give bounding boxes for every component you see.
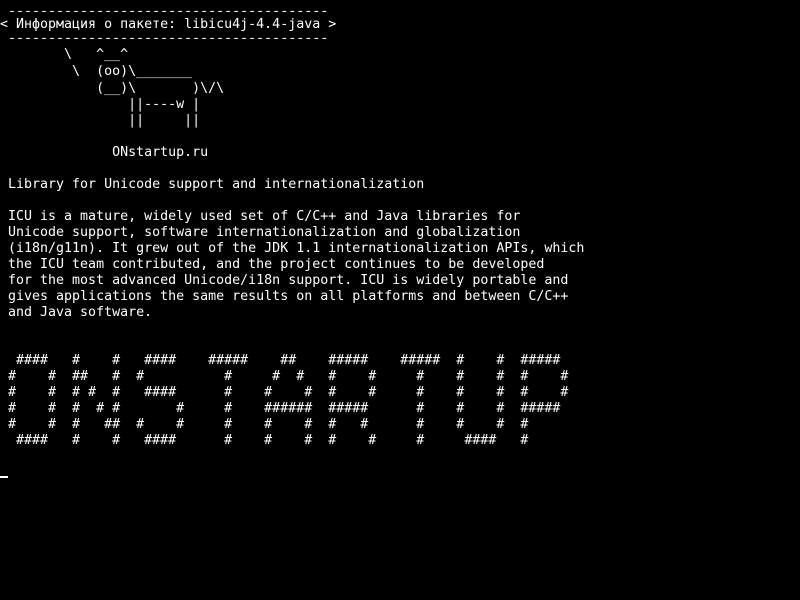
banner-art-line-2: # # ## # # # # # # # # # # # # [0,369,569,384]
banner-art-line-3: # # # # # #### # # # # # # # # # # [0,385,569,400]
cow-art-line-2: \ (oo)\_______ [0,64,193,79]
package-description-line-3: (i18n/g11n). It grew out of the JDK 1.1 … [0,241,585,256]
banner-art-line-4: # # # # # # # ###### ##### # # # ##### [0,401,561,416]
text-cursor [0,476,8,478]
package-description-line-1: ICU is a mature, widely used set of C/C+… [0,209,521,224]
package-description-line-2: Unicode support, software internationali… [0,225,521,240]
cow-art-line-5: || || [0,113,201,128]
package-summary: Library for Unicode support and internat… [0,177,425,192]
package-description-line-6: gives applications the same results on a… [0,289,569,304]
cow-art-line-1: \ ^__^ [0,47,129,62]
cow-art-line-4: ||----w | [0,97,201,112]
package-description-line-4: the ICU team contributed, and the projec… [0,257,545,272]
banner-art-line-6: #### # # #### # # # # # # #### # [0,433,529,448]
package-description-line-7: and Java software. [0,305,153,320]
package-description-line-5: for the most advanced Unicode/i18n suppo… [0,273,569,288]
cow-art-line-3: (__)\ )\/\ [0,81,225,96]
banner-art-line-5: # # # ## # # # # # # # # # # # [0,417,529,432]
cowsay-bubble-bottom-border: ---------------------------------------- [0,31,329,46]
site-credit: ONstartup.ru [0,145,209,160]
banner-art-line-1: #### # # #### ##### ## ##### ##### # # #… [0,353,561,368]
terminal-screen[interactable]: ----------------------------------------… [0,0,800,600]
